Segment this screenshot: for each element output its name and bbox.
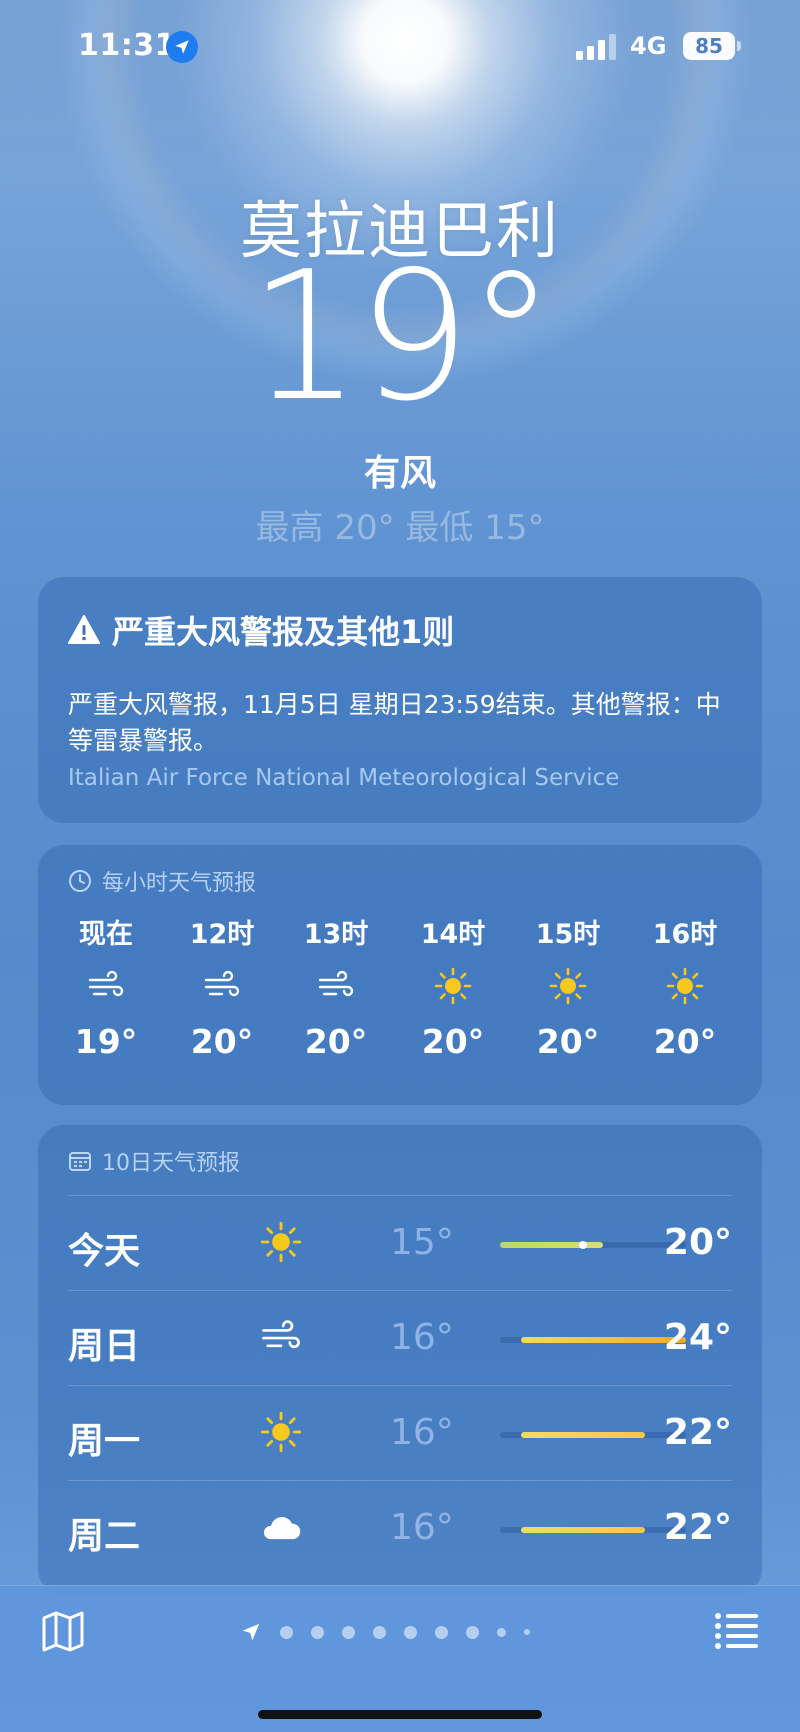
severe-alert-card[interactable]: 严重大风警报及其他1则 严重大风警报，11月5日 星期日23:59结束。其他警报… [38, 577, 762, 823]
bottom-toolbar [0, 1585, 800, 1732]
page-dot[interactable] [280, 1625, 293, 1639]
hourly-time: 12时 [189, 919, 255, 950]
page-dot[interactable] [524, 1629, 530, 1635]
day-low-temp: 16° [390, 1412, 454, 1453]
page-dot[interactable] [435, 1625, 448, 1639]
battery-level: 85 [695, 34, 723, 58]
current-temp-marker [578, 1241, 587, 1249]
alert-title: 严重大风警报及其他1则 [112, 613, 455, 651]
network-type: 4G [630, 32, 667, 60]
daily-row[interactable]: 今天 15° 20° [68, 1195, 732, 1290]
day-low-temp: 16° [390, 1507, 454, 1548]
high-low-temperature: 最高 20° 最低 15° [255, 508, 545, 548]
hourly-temp: 20° [536, 1022, 600, 1061]
hourly-temp: 20° [421, 1022, 485, 1061]
city-list-icon[interactable] [714, 1610, 760, 1650]
status-time: 11:31 [78, 28, 176, 63]
map-icon[interactable] [40, 1608, 86, 1654]
battery-tip [737, 41, 741, 51]
day-low-temp: 16° [390, 1317, 454, 1358]
day-high-temp: 22° [663, 1507, 732, 1548]
warning-icon [68, 615, 100, 644]
wind-icon [56, 955, 156, 1017]
hourly-time: 15时 [535, 919, 601, 950]
clock-icon [69, 870, 91, 892]
alert-source: Italian Air Force National Meteorologica… [68, 765, 620, 791]
ten-day-forecast-header: 10日天气预报 [68, 1145, 240, 1177]
page-dot[interactable] [373, 1625, 386, 1639]
day-high-temp: 24° [663, 1317, 732, 1358]
hourly-forecast-title: 每小时天气预报 [102, 871, 257, 896]
temp-range-fill [520, 1527, 645, 1533]
page-dot[interactable] [404, 1625, 417, 1639]
alert-title-row: 严重大风警报及其他1则 [68, 607, 454, 653]
cloud-icon [256, 1505, 306, 1549]
sun-icon [403, 955, 503, 1017]
hourly-forecast-card[interactable]: 每小时天气预报 现在 19° 12时 20° 13时 20° 14时 20° 15时 2… [38, 845, 762, 1105]
daily-forecast-list: 今天 15° 20° 周日 16° 24° 周一 16° 22° 周二 16° 22° [68, 1195, 732, 1575]
hourly-time: 16时 [652, 919, 718, 950]
temp-range-bar [500, 1432, 686, 1438]
wind-icon [256, 1315, 306, 1359]
hourly-item: 15时 20° [518, 915, 618, 1067]
sun-icon [256, 1410, 306, 1454]
current-temperature: 19° [248, 233, 556, 440]
page-dot[interactable] [466, 1625, 479, 1639]
cellular-signal-icon [576, 34, 616, 60]
page-dot[interactable] [497, 1627, 506, 1637]
hourly-temp: 20° [653, 1022, 717, 1061]
temp-range-fill [500, 1242, 604, 1248]
calendar-icon [69, 1152, 91, 1171]
daily-row[interactable]: 周日 16° 24° [68, 1290, 732, 1385]
day-name: 今天 [68, 1231, 141, 1272]
hourly-item: 14时 20° [403, 915, 503, 1067]
temp-range-bar [500, 1241, 686, 1249]
hourly-item: 16时 20° [635, 915, 735, 1067]
temp-range-bar [500, 1527, 686, 1533]
current-location-page-icon[interactable] [240, 1621, 262, 1643]
alert-body: 严重大风警报，11月5日 星期日23:59结束。其他警报：中等雷暴警报。 [68, 690, 721, 755]
sun-icon [635, 955, 735, 1017]
hourly-temp: 20° [190, 1022, 254, 1061]
sun-icon [518, 955, 618, 1017]
temp-range-fill [520, 1432, 645, 1438]
page-indicator[interactable] [240, 1620, 530, 1644]
location-services-icon [166, 31, 198, 63]
hourly-forecast-list[interactable]: 现在 19° 12时 20° 13时 20° 14时 20° 15时 20° 16时 20… [48, 915, 800, 1095]
day-name: 周日 [68, 1326, 141, 1367]
daily-row[interactable]: 周一 16° 22° [68, 1385, 732, 1480]
hourly-item: 12时 20° [172, 915, 272, 1067]
temp-range-bar [500, 1337, 686, 1343]
sun-icon [256, 1220, 306, 1264]
hourly-forecast-header: 每小时天气预报 [68, 865, 256, 897]
wind-icon [172, 955, 272, 1017]
day-high-temp: 22° [663, 1412, 732, 1453]
daily-row[interactable]: 周二 16° 22° [68, 1480, 732, 1575]
current-condition: 有风 [363, 453, 436, 494]
wind-icon [286, 955, 386, 1017]
day-name: 周二 [68, 1516, 141, 1557]
page-dot[interactable] [311, 1625, 324, 1639]
day-high-temp: 20° [663, 1222, 732, 1263]
hourly-item: 13时 20° [286, 915, 386, 1067]
hourly-time: 现在 [79, 919, 133, 950]
day-name: 周一 [68, 1421, 141, 1462]
home-indicator [258, 1710, 542, 1719]
battery-icon: 85 [683, 32, 735, 60]
hourly-temp: 19° [74, 1022, 138, 1061]
status-bar: 11:31 4G 85 [0, 0, 800, 96]
hourly-time: 14时 [420, 919, 486, 950]
hourly-time: 13时 [303, 919, 369, 950]
day-low-temp: 15° [390, 1222, 454, 1263]
ten-day-forecast-card[interactable]: 10日天气预报 今天 15° 20° 周日 16° 24° 周一 16° 22° 周二… [38, 1125, 762, 1595]
temp-range-fill [520, 1337, 686, 1343]
ten-day-forecast-title: 10日天气预报 [102, 1151, 240, 1176]
hourly-temp: 20° [304, 1022, 368, 1061]
page-dot[interactable] [342, 1625, 355, 1639]
hourly-item: 现在 19° [56, 915, 156, 1067]
